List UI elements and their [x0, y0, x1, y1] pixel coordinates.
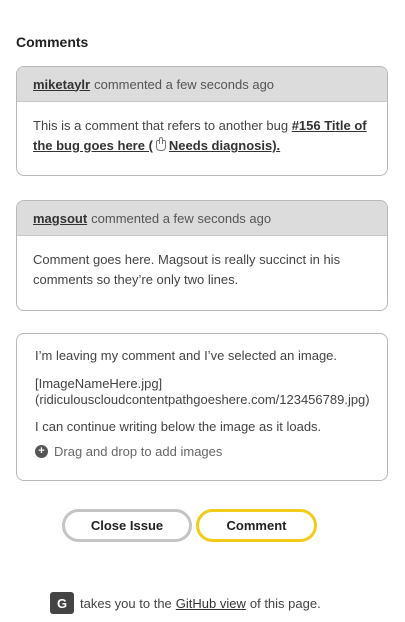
footer-text-after: of this page.	[249, 595, 321, 611]
drop-hint-label: Drag and drop to add images	[54, 444, 223, 459]
editor-image-path: (ridiculouscloudcontentpathgoeshere.com/…	[35, 392, 370, 407]
comment-meta: commented a few seconds ago	[91, 210, 272, 226]
comment-editor[interactable]: I’m leaving my comment and I’ve selected…	[16, 333, 388, 481]
footer-text-before: takes you to the	[80, 595, 172, 611]
comment-button[interactable]: Comment	[196, 509, 317, 542]
comment-body: Comment goes here. Magsout is really suc…	[33, 252, 341, 287]
comment-header: magsout commented a few seconds ago	[17, 201, 387, 236]
github-view-link[interactable]: GitHub view	[176, 596, 246, 611]
hand-icon	[155, 137, 166, 151]
footer-hint: G takes you to the GitHub view of this p…	[50, 592, 321, 614]
plus-circle-icon: +	[35, 445, 48, 458]
comment-body: This is a comment that refers to another…	[17, 102, 387, 170]
comment-meta: commented a few seconds ago	[94, 76, 275, 92]
comment-card: miketaylr commented a few seconds ago Th…	[16, 66, 388, 176]
keyboard-shortcut-key: G	[50, 592, 74, 614]
image-drop-zone[interactable]: + Drag and drop to add images	[35, 444, 369, 459]
editor-line: I can continue writing below the image a…	[35, 419, 322, 434]
editor-line: I’m leaving my comment and I’ve selected…	[35, 348, 338, 363]
bug-reference-status: Needs diagnosis).	[168, 138, 281, 153]
comment-header: miketaylr commented a few seconds ago	[17, 67, 387, 102]
comments-heading: Comments	[16, 34, 89, 50]
comment-author-link[interactable]: magsout	[33, 211, 87, 226]
close-issue-button[interactable]: Close Issue	[62, 509, 192, 542]
editor-image-name: [ImageNameHere.jpg]	[35, 376, 163, 391]
comment-card: magsout commented a few seconds ago Comm…	[16, 200, 388, 311]
comment-author-link[interactable]: miketaylr	[33, 77, 90, 92]
comment-text: This is a comment that refers to another…	[33, 118, 292, 133]
